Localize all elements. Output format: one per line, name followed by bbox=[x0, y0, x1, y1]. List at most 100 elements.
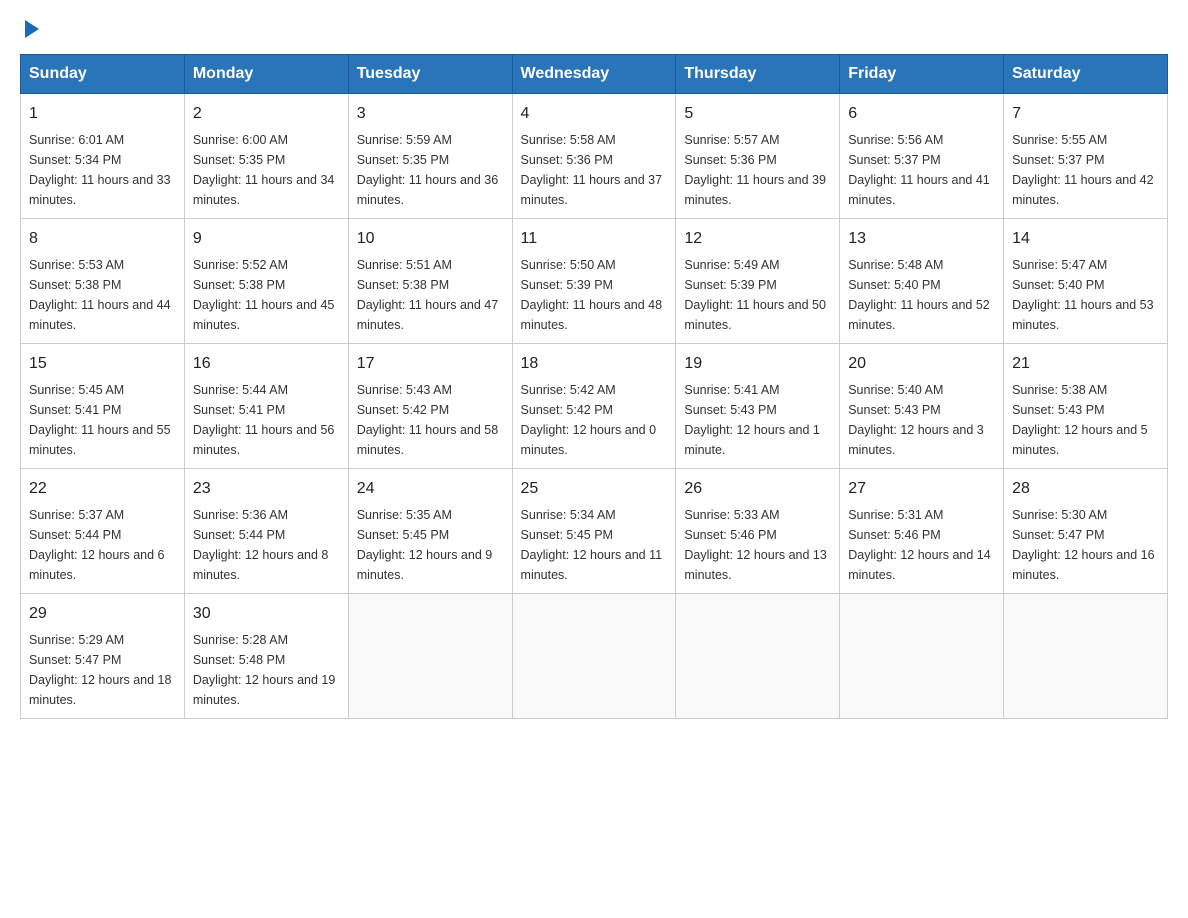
calendar-cell: 1 Sunrise: 6:01 AMSunset: 5:34 PMDayligh… bbox=[21, 94, 185, 219]
week-row-0: 1 Sunrise: 6:01 AMSunset: 5:34 PMDayligh… bbox=[21, 94, 1168, 219]
day-info: Sunrise: 5:43 AMSunset: 5:42 PMDaylight:… bbox=[357, 383, 499, 457]
page-header bbox=[20, 20, 1168, 38]
day-number: 22 bbox=[29, 477, 176, 501]
calendar-cell: 24 Sunrise: 5:35 AMSunset: 5:45 PMDaylig… bbox=[348, 469, 512, 594]
day-info: Sunrise: 5:44 AMSunset: 5:41 PMDaylight:… bbox=[193, 383, 335, 457]
day-info: Sunrise: 5:37 AMSunset: 5:44 PMDaylight:… bbox=[29, 508, 165, 582]
header-sunday: Sunday bbox=[21, 55, 185, 94]
header-tuesday: Tuesday bbox=[348, 55, 512, 94]
logo-arrow-icon bbox=[25, 20, 39, 38]
header-monday: Monday bbox=[184, 55, 348, 94]
day-number: 9 bbox=[193, 227, 340, 251]
day-info: Sunrise: 5:35 AMSunset: 5:45 PMDaylight:… bbox=[357, 508, 493, 582]
calendar-cell: 18 Sunrise: 5:42 AMSunset: 5:42 PMDaylig… bbox=[512, 344, 676, 469]
calendar-cell: 11 Sunrise: 5:50 AMSunset: 5:39 PMDaylig… bbox=[512, 219, 676, 344]
day-number: 2 bbox=[193, 102, 340, 126]
day-info: Sunrise: 5:33 AMSunset: 5:46 PMDaylight:… bbox=[684, 508, 826, 582]
day-info: Sunrise: 5:49 AMSunset: 5:39 PMDaylight:… bbox=[684, 258, 826, 332]
day-number: 6 bbox=[848, 102, 995, 126]
day-number: 1 bbox=[29, 102, 176, 126]
day-info: Sunrise: 5:36 AMSunset: 5:44 PMDaylight:… bbox=[193, 508, 329, 582]
day-number: 3 bbox=[357, 102, 504, 126]
day-info: Sunrise: 5:51 AMSunset: 5:38 PMDaylight:… bbox=[357, 258, 499, 332]
calendar-cell bbox=[840, 594, 1004, 719]
calendar-cell: 28 Sunrise: 5:30 AMSunset: 5:47 PMDaylig… bbox=[1004, 469, 1168, 594]
calendar-cell bbox=[348, 594, 512, 719]
calendar-cell: 2 Sunrise: 6:00 AMSunset: 5:35 PMDayligh… bbox=[184, 94, 348, 219]
calendar-cell: 13 Sunrise: 5:48 AMSunset: 5:40 PMDaylig… bbox=[840, 219, 1004, 344]
day-number: 30 bbox=[193, 602, 340, 626]
day-info: Sunrise: 5:30 AMSunset: 5:47 PMDaylight:… bbox=[1012, 508, 1154, 582]
day-number: 21 bbox=[1012, 352, 1159, 376]
day-info: Sunrise: 5:52 AMSunset: 5:38 PMDaylight:… bbox=[193, 258, 335, 332]
calendar-cell: 26 Sunrise: 5:33 AMSunset: 5:46 PMDaylig… bbox=[676, 469, 840, 594]
day-number: 29 bbox=[29, 602, 176, 626]
calendar-cell: 5 Sunrise: 5:57 AMSunset: 5:36 PMDayligh… bbox=[676, 94, 840, 219]
day-info: Sunrise: 5:48 AMSunset: 5:40 PMDaylight:… bbox=[848, 258, 990, 332]
calendar-cell: 20 Sunrise: 5:40 AMSunset: 5:43 PMDaylig… bbox=[840, 344, 1004, 469]
logo bbox=[20, 20, 39, 38]
day-number: 15 bbox=[29, 352, 176, 376]
day-info: Sunrise: 5:47 AMSunset: 5:40 PMDaylight:… bbox=[1012, 258, 1154, 332]
calendar-cell: 19 Sunrise: 5:41 AMSunset: 5:43 PMDaylig… bbox=[676, 344, 840, 469]
calendar-cell: 17 Sunrise: 5:43 AMSunset: 5:42 PMDaylig… bbox=[348, 344, 512, 469]
week-row-1: 8 Sunrise: 5:53 AMSunset: 5:38 PMDayligh… bbox=[21, 219, 1168, 344]
week-row-3: 22 Sunrise: 5:37 AMSunset: 5:44 PMDaylig… bbox=[21, 469, 1168, 594]
calendar-header-row: SundayMondayTuesdayWednesdayThursdayFrid… bbox=[21, 55, 1168, 94]
calendar-cell bbox=[1004, 594, 1168, 719]
day-number: 18 bbox=[521, 352, 668, 376]
day-info: Sunrise: 5:28 AMSunset: 5:48 PMDaylight:… bbox=[193, 633, 335, 707]
day-number: 25 bbox=[521, 477, 668, 501]
calendar-table: SundayMondayTuesdayWednesdayThursdayFrid… bbox=[20, 54, 1168, 719]
day-info: Sunrise: 5:42 AMSunset: 5:42 PMDaylight:… bbox=[521, 383, 657, 457]
day-info: Sunrise: 5:59 AMSunset: 5:35 PMDaylight:… bbox=[357, 133, 499, 207]
day-info: Sunrise: 5:45 AMSunset: 5:41 PMDaylight:… bbox=[29, 383, 171, 457]
day-number: 14 bbox=[1012, 227, 1159, 251]
day-number: 17 bbox=[357, 352, 504, 376]
day-info: Sunrise: 5:57 AMSunset: 5:36 PMDaylight:… bbox=[684, 133, 826, 207]
calendar-cell: 8 Sunrise: 5:53 AMSunset: 5:38 PMDayligh… bbox=[21, 219, 185, 344]
day-info: Sunrise: 5:50 AMSunset: 5:39 PMDaylight:… bbox=[521, 258, 663, 332]
day-info: Sunrise: 5:31 AMSunset: 5:46 PMDaylight:… bbox=[848, 508, 990, 582]
day-info: Sunrise: 5:34 AMSunset: 5:45 PMDaylight:… bbox=[521, 508, 663, 582]
calendar-cell: 6 Sunrise: 5:56 AMSunset: 5:37 PMDayligh… bbox=[840, 94, 1004, 219]
calendar-cell: 30 Sunrise: 5:28 AMSunset: 5:48 PMDaylig… bbox=[184, 594, 348, 719]
day-info: Sunrise: 5:38 AMSunset: 5:43 PMDaylight:… bbox=[1012, 383, 1148, 457]
day-number: 11 bbox=[521, 227, 668, 251]
day-number: 12 bbox=[684, 227, 831, 251]
day-info: Sunrise: 5:56 AMSunset: 5:37 PMDaylight:… bbox=[848, 133, 990, 207]
day-number: 8 bbox=[29, 227, 176, 251]
day-number: 13 bbox=[848, 227, 995, 251]
day-info: Sunrise: 5:29 AMSunset: 5:47 PMDaylight:… bbox=[29, 633, 171, 707]
calendar-cell: 25 Sunrise: 5:34 AMSunset: 5:45 PMDaylig… bbox=[512, 469, 676, 594]
day-info: Sunrise: 5:53 AMSunset: 5:38 PMDaylight:… bbox=[29, 258, 171, 332]
day-number: 28 bbox=[1012, 477, 1159, 501]
day-number: 26 bbox=[684, 477, 831, 501]
calendar-cell: 15 Sunrise: 5:45 AMSunset: 5:41 PMDaylig… bbox=[21, 344, 185, 469]
day-number: 27 bbox=[848, 477, 995, 501]
calendar-cell: 27 Sunrise: 5:31 AMSunset: 5:46 PMDaylig… bbox=[840, 469, 1004, 594]
day-number: 16 bbox=[193, 352, 340, 376]
calendar-cell: 9 Sunrise: 5:52 AMSunset: 5:38 PMDayligh… bbox=[184, 219, 348, 344]
day-number: 24 bbox=[357, 477, 504, 501]
week-row-2: 15 Sunrise: 5:45 AMSunset: 5:41 PMDaylig… bbox=[21, 344, 1168, 469]
day-number: 20 bbox=[848, 352, 995, 376]
calendar-cell bbox=[512, 594, 676, 719]
day-number: 5 bbox=[684, 102, 831, 126]
day-info: Sunrise: 6:00 AMSunset: 5:35 PMDaylight:… bbox=[193, 133, 335, 207]
day-number: 10 bbox=[357, 227, 504, 251]
calendar-cell: 22 Sunrise: 5:37 AMSunset: 5:44 PMDaylig… bbox=[21, 469, 185, 594]
week-row-4: 29 Sunrise: 5:29 AMSunset: 5:47 PMDaylig… bbox=[21, 594, 1168, 719]
calendar-cell bbox=[676, 594, 840, 719]
calendar-cell: 14 Sunrise: 5:47 AMSunset: 5:40 PMDaylig… bbox=[1004, 219, 1168, 344]
calendar-cell: 12 Sunrise: 5:49 AMSunset: 5:39 PMDaylig… bbox=[676, 219, 840, 344]
day-info: Sunrise: 5:41 AMSunset: 5:43 PMDaylight:… bbox=[684, 383, 820, 457]
calendar-cell: 23 Sunrise: 5:36 AMSunset: 5:44 PMDaylig… bbox=[184, 469, 348, 594]
calendar-cell: 3 Sunrise: 5:59 AMSunset: 5:35 PMDayligh… bbox=[348, 94, 512, 219]
day-number: 19 bbox=[684, 352, 831, 376]
calendar-cell: 21 Sunrise: 5:38 AMSunset: 5:43 PMDaylig… bbox=[1004, 344, 1168, 469]
day-info: Sunrise: 6:01 AMSunset: 5:34 PMDaylight:… bbox=[29, 133, 171, 207]
calendar-cell: 29 Sunrise: 5:29 AMSunset: 5:47 PMDaylig… bbox=[21, 594, 185, 719]
day-number: 7 bbox=[1012, 102, 1159, 126]
day-info: Sunrise: 5:55 AMSunset: 5:37 PMDaylight:… bbox=[1012, 133, 1154, 207]
